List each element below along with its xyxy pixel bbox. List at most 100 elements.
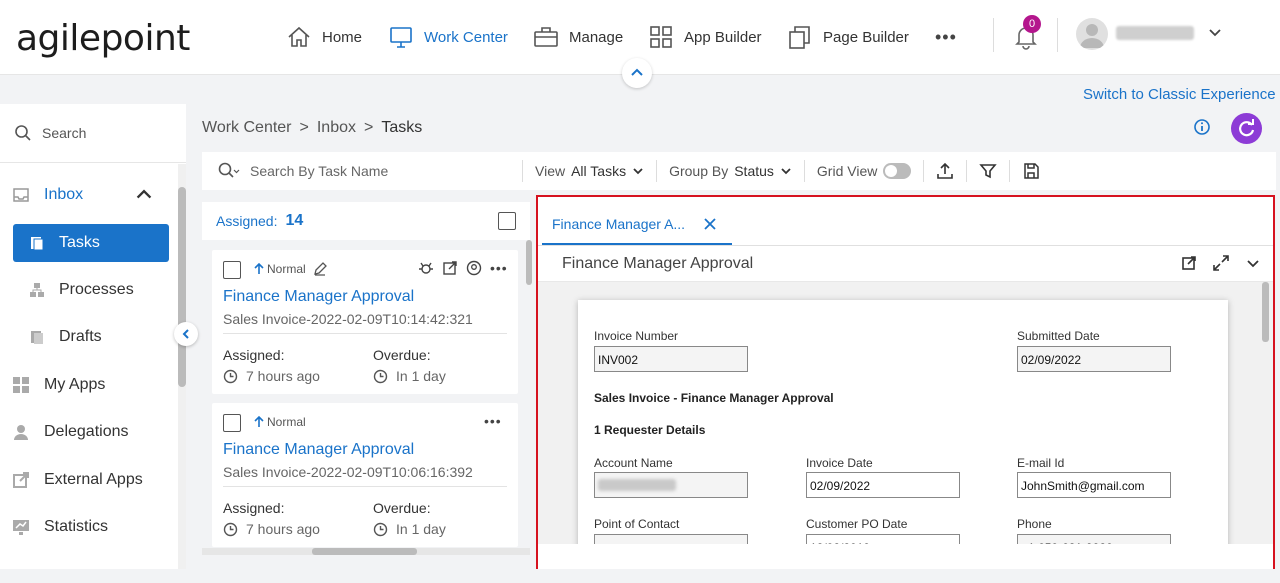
nav-work-center-label: Work Center (424, 28, 508, 46)
form-vertical-scrollbar[interactable] (1262, 282, 1269, 342)
nav-work-center[interactable]: Work Center (388, 22, 508, 52)
clock-icon (373, 522, 388, 536)
nav-manage-label: Manage (569, 28, 624, 46)
sidebar-item-drafts[interactable]: Drafts (13, 318, 169, 356)
sidebar-item-statistics[interactable]: Statistics (12, 518, 108, 536)
breadcrumb-inbox[interactable]: Inbox (317, 119, 356, 137)
toggle-switch[interactable] (883, 163, 912, 179)
task-search[interactable]: Search By Task Name (202, 162, 510, 180)
submitted-date-field[interactable]: 02/09/2022 (1017, 346, 1171, 372)
point-of-contact-field[interactable] (594, 534, 748, 544)
task-checkbox[interactable] (223, 261, 241, 279)
task-title[interactable]: Finance Manager Approval (223, 441, 414, 459)
email-field[interactable]: JohnSmith@gmail.com (1017, 472, 1171, 498)
list-vertical-scrollbar[interactable] (526, 240, 532, 285)
sidebar-item-my-apps[interactable]: My Apps (12, 376, 105, 394)
divider (993, 18, 994, 52)
open-external-icon[interactable] (1181, 255, 1197, 271)
breadcrumb-work-center[interactable]: Work Center (202, 119, 292, 137)
tab-finance-manager-approval[interactable]: Finance Manager A... (542, 205, 732, 245)
assigned-time-value: 7 hours ago (246, 521, 320, 537)
assigned-label: Assigned: (223, 500, 285, 516)
arrow-up-icon (254, 416, 264, 427)
group-by-dropdown[interactable]: Group By Status (669, 163, 792, 179)
sidebar-item-inbox[interactable]: Inbox (12, 186, 162, 204)
filter-icon[interactable] (979, 162, 998, 180)
nav-app-builder-label: App Builder (684, 28, 762, 46)
nav-manage[interactable]: Manage (533, 22, 623, 52)
more-options-icon[interactable]: ••• (484, 413, 502, 429)
nav-app-builder[interactable]: App Builder (648, 22, 762, 52)
sidebar-item-delegations-label: Delegations (44, 423, 129, 440)
assign-user-icon[interactable] (466, 260, 482, 276)
task-card[interactable]: Normal ••• Finance Manager Approval Sale… (212, 250, 518, 394)
customer-po-date-label: Customer PO Date (806, 517, 908, 531)
divider (1057, 18, 1058, 52)
sidebar-scrollbar[interactable] (178, 187, 186, 387)
search-icon (15, 125, 31, 141)
refresh-button[interactable] (1231, 113, 1262, 144)
expand-icon[interactable] (1213, 255, 1229, 271)
view-dropdown[interactable]: View All Tasks (535, 163, 644, 179)
close-icon[interactable] (703, 217, 717, 231)
invoice-form: Invoice Number INV002 Submitted Date 02/… (578, 300, 1228, 544)
agilepoint-logo[interactable]: agilepoint (16, 18, 190, 59)
more-menu-button[interactable]: ••• (935, 22, 957, 52)
sidebar-search[interactable]: Search (14, 124, 86, 142)
sidebar-item-processes[interactable]: Processes (13, 271, 169, 309)
open-external-icon[interactable] (442, 260, 458, 276)
select-all-checkbox[interactable] (498, 212, 516, 230)
sidebar-item-external-apps[interactable]: External Apps (12, 471, 143, 489)
chevron-up-icon (631, 68, 643, 76)
avatar[interactable] (1076, 18, 1108, 50)
assigned-time: 7 hours ago (223, 521, 320, 537)
more-options-icon[interactable]: ••• (490, 260, 508, 276)
task-checkbox[interactable] (223, 414, 241, 432)
bug-icon[interactable] (418, 260, 434, 276)
task-list-header: Assigned: 14 (202, 202, 530, 240)
chevron-up-icon (136, 189, 152, 199)
assigned-time-value: 7 hours ago (246, 368, 320, 384)
nav-page-builder[interactable]: Page Builder (787, 22, 909, 52)
task-card[interactable]: Normal ••• Finance Manager Approval Sale… (212, 403, 518, 547)
sidebar-item-tasks[interactable]: Tasks (13, 224, 169, 262)
sidebar-item-drafts-label: Drafts (59, 328, 102, 345)
overdue-label: Overdue: (373, 500, 431, 516)
pages-icon (789, 26, 810, 49)
switch-classic-link[interactable]: Switch to Classic Experience (1083, 86, 1276, 103)
task-title[interactable]: Finance Manager Approval (223, 288, 414, 306)
chevron-down-icon (781, 168, 791, 175)
nav-home[interactable]: Home (286, 22, 362, 52)
panel-footer (538, 544, 1273, 569)
sidebar-item-delegations[interactable]: Delegations (12, 423, 129, 441)
notification-badge: 0 (1023, 15, 1041, 33)
divider (966, 160, 968, 182)
external-link-icon (13, 472, 29, 488)
task-subtitle: Sales Invoice-2022-02-09T10:06:16:392 (223, 464, 473, 480)
save-icon[interactable] (1022, 162, 1040, 180)
chevron-down-icon[interactable] (1208, 26, 1222, 40)
invoice-number-field[interactable]: INV002 (594, 346, 748, 372)
divider (538, 245, 1273, 246)
overdue-time-value: In 1 day (396, 521, 446, 537)
divider (522, 160, 523, 182)
account-name-label: Account Name (594, 456, 673, 470)
nav-page-builder-label: Page Builder (823, 28, 909, 46)
customer-po-date-field[interactable]: 12/02/2019 (806, 534, 960, 544)
chevron-down-icon (633, 168, 643, 175)
info-icon[interactable] (1192, 117, 1212, 137)
sidebar-collapse-button[interactable] (174, 322, 198, 346)
list-horizontal-scrollbar[interactable] (312, 548, 417, 555)
invoice-date-field[interactable]: 02/09/2022 (806, 472, 960, 498)
account-name-field[interactable] (594, 472, 748, 498)
phone-field[interactable]: +1 650-681-9920 (1017, 534, 1171, 544)
chevron-down-icon[interactable] (1245, 255, 1261, 271)
edit-icon[interactable] (313, 262, 327, 276)
view-value: All Tasks (571, 163, 627, 179)
grid-icon (650, 26, 672, 48)
collapse-header-button[interactable] (622, 58, 652, 88)
divider (803, 160, 805, 182)
upload-icon[interactable] (936, 162, 954, 180)
grid-view-toggle[interactable]: Grid View (817, 163, 912, 179)
sidebar-item-processes-label: Processes (59, 281, 134, 298)
